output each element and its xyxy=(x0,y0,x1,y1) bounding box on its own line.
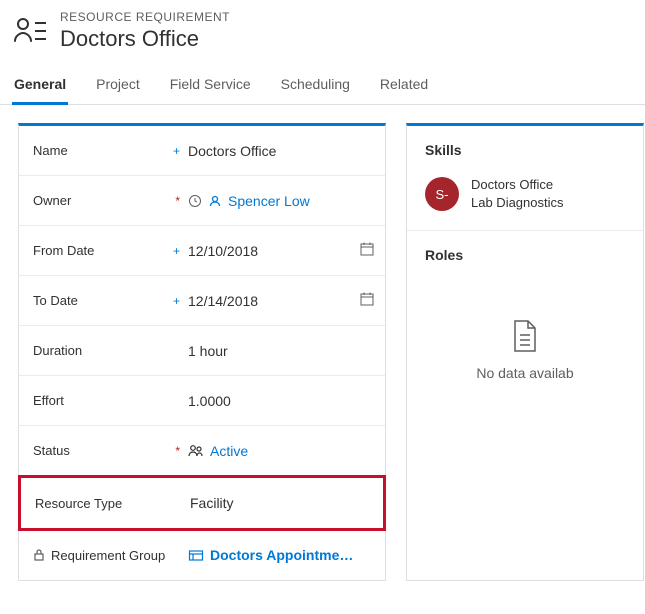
status-label: Status xyxy=(33,443,70,458)
skill-item[interactable]: S- Doctors Office Lab Diagnostics xyxy=(407,164,643,224)
to-date-label: To Date xyxy=(33,293,78,308)
owner-value[interactable]: Spencer Low xyxy=(188,193,375,209)
requirement-group-label: Requirement Group xyxy=(51,548,165,563)
no-data-text: No data availab xyxy=(417,365,633,381)
field-owner[interactable]: Owner * Spencer Low xyxy=(19,176,385,226)
field-name[interactable]: Name + Doctors Office xyxy=(19,126,385,176)
document-icon xyxy=(511,319,539,353)
required-indicator: * xyxy=(175,444,180,458)
resource-requirement-icon xyxy=(12,13,48,49)
from-date-label: From Date xyxy=(33,243,94,258)
status-value[interactable]: Active xyxy=(188,443,375,459)
skill-detail: Lab Diagnostics xyxy=(471,194,564,212)
owner-text: Spencer Low xyxy=(228,193,310,209)
tab-scheduling[interactable]: Scheduling xyxy=(279,66,352,104)
requirement-group-icon xyxy=(188,548,204,562)
person-icon xyxy=(208,194,222,208)
effort-label: Effort xyxy=(33,393,64,408)
roles-header: Roles xyxy=(407,230,643,269)
roles-empty-state: No data availab xyxy=(407,269,643,401)
field-status[interactable]: Status * Active xyxy=(19,426,385,476)
field-to-date[interactable]: To Date + 12/14/2018 xyxy=(19,276,385,326)
field-requirement-group[interactable]: Requirement Group Doctors Appointme… xyxy=(19,530,385,580)
resource-type-label: Resource Type xyxy=(35,496,122,511)
skill-avatar: S- xyxy=(425,177,459,211)
duration-value[interactable]: 1 hour xyxy=(188,343,375,359)
general-form-panel: Name + Doctors Office Owner * Spencer Lo… xyxy=(18,123,386,581)
field-duration[interactable]: Duration 1 hour xyxy=(19,326,385,376)
resource-type-value[interactable]: Facility xyxy=(190,495,373,511)
skill-name: Doctors Office xyxy=(471,176,564,194)
name-value[interactable]: Doctors Office xyxy=(188,143,375,159)
page-title: Doctors Office xyxy=(60,26,230,52)
owner-label: Owner xyxy=(33,193,71,208)
name-label: Name xyxy=(33,143,68,158)
skills-header: Skills xyxy=(407,126,643,164)
field-effort[interactable]: Effort 1.0000 xyxy=(19,376,385,426)
duration-label: Duration xyxy=(33,343,82,358)
people-icon xyxy=(188,444,204,458)
calendar-icon[interactable] xyxy=(359,241,375,260)
recommended-indicator: + xyxy=(173,244,180,258)
from-date-value[interactable]: 12/10/2018 xyxy=(188,243,258,259)
tab-project[interactable]: Project xyxy=(94,66,142,104)
tab-related[interactable]: Related xyxy=(378,66,430,104)
calendar-icon[interactable] xyxy=(359,291,375,310)
resource-type-highlight: Resource Type Facility xyxy=(18,475,386,531)
recommended-indicator: + xyxy=(173,294,180,308)
required-indicator: * xyxy=(175,194,180,208)
field-resource-type[interactable]: Resource Type Facility xyxy=(21,478,383,528)
requirement-group-value[interactable]: Doctors Appointme… xyxy=(188,547,375,563)
tab-field-service[interactable]: Field Service xyxy=(168,66,253,104)
tab-general[interactable]: General xyxy=(12,66,68,104)
to-date-value[interactable]: 12/14/2018 xyxy=(188,293,258,309)
recommended-indicator: + xyxy=(173,144,180,158)
status-text: Active xyxy=(210,443,248,459)
recent-icon xyxy=(188,194,202,208)
entity-caption: RESOURCE REQUIREMENT xyxy=(60,10,230,24)
lock-icon xyxy=(33,548,45,562)
page-header: RESOURCE REQUIREMENT Doctors Office xyxy=(0,0,645,66)
side-panel: Skills S- Doctors Office Lab Diagnostics… xyxy=(406,123,644,581)
field-from-date[interactable]: From Date + 12/10/2018 xyxy=(19,226,385,276)
tab-bar: General Project Field Service Scheduling… xyxy=(0,66,645,105)
effort-value[interactable]: 1.0000 xyxy=(188,393,375,409)
requirement-group-text: Doctors Appointme… xyxy=(210,547,353,563)
